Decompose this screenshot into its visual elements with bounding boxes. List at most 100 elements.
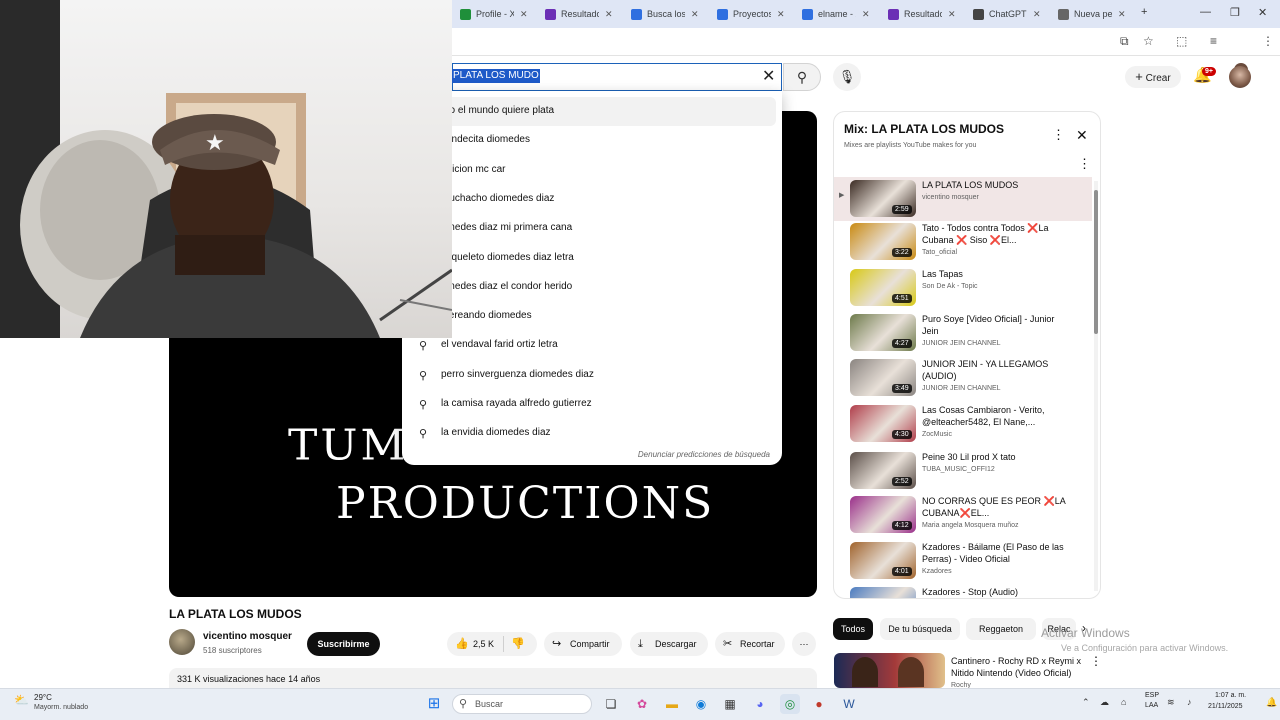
search-suggestion[interactable]: ⚲ la camisa rayada alfredo gutierrez xyxy=(402,390,776,419)
search-suggestion[interactable]: ⚲ndicion mc car xyxy=(402,156,776,185)
share-button[interactable]: ↪ Compartir xyxy=(544,632,622,656)
download-button[interactable]: ⤓ Descargar xyxy=(630,632,708,656)
thumbs-up-icon[interactable]: 👍 xyxy=(455,632,469,656)
search-suggestion[interactable]: ⚲ujereando diomedes xyxy=(402,302,776,331)
tab-close-icon[interactable]: ✕ xyxy=(1033,9,1041,20)
mix-playlist-item[interactable]: 4:27 Puro Soye [Video Oficial] - Junior J… xyxy=(834,311,1092,355)
mix-close-icon[interactable]: ✕ xyxy=(1076,127,1088,144)
mix-item-author: vicentino mosquer xyxy=(922,194,979,201)
chrome-browser-icon[interactable]: ◎ xyxy=(780,694,800,714)
channel-avatar[interactable] xyxy=(169,629,195,655)
minimize-button[interactable]: — xyxy=(1200,6,1211,18)
search-query-text[interactable]: PLATA LOS MUDO xyxy=(452,69,540,83)
task-view-icon[interactable]: ❏ xyxy=(601,694,621,714)
thumbs-down-icon[interactable]: 👎 xyxy=(511,632,525,656)
search-suggestion[interactable]: ⚲omedes diaz el condor herido xyxy=(402,273,776,302)
tab-close-icon[interactable]: ✕ xyxy=(691,9,699,20)
clock-date[interactable]: 21/11/2025 xyxy=(1208,703,1243,710)
browser-tab[interactable]: elname - 2 ✕ xyxy=(798,4,870,24)
weather-icon[interactable]: ⛅ xyxy=(14,693,29,707)
discord-icon[interactable]: ◕ xyxy=(750,694,770,714)
extensions-icon[interactable]: ⬚ xyxy=(1176,34,1187,48)
store-icon[interactable]: ▦ xyxy=(720,694,740,714)
related-video-thumbnail[interactable] xyxy=(834,653,945,688)
cast-icon[interactable]: ⧉ xyxy=(1120,34,1129,49)
create-button[interactable]: + Crear xyxy=(1125,66,1181,88)
maximize-button[interactable]: ❐ xyxy=(1230,6,1240,19)
browser-menu-icon[interactable]: ⋮ xyxy=(1262,34,1274,48)
related-more-icon[interactable]: ⋮ xyxy=(1090,654,1102,668)
tab-close-icon[interactable]: ✕ xyxy=(520,9,528,20)
clock-time[interactable]: 1:07 a. m. xyxy=(1215,692,1246,699)
mix-playlist-item[interactable]: 4:12 NO CORRAS QUE ES PEOR ❌LA CUBANA❌EL.… xyxy=(834,493,1092,537)
filter-chip[interactable]: Todos xyxy=(833,618,873,640)
more-actions-button[interactable]: ⋯ xyxy=(792,632,816,656)
mix-playlist-item[interactable]: Kzadores - Stop (Audio) xyxy=(834,584,1092,598)
keyboard-layout[interactable]: LAA xyxy=(1145,702,1158,709)
mix-playlist-item[interactable]: ▶ 2:59 LA PLATA LOS MUDOS vicentino mosquer xyxy=(834,177,1092,221)
taskbar-search-box[interactable]: ⚲ Buscar xyxy=(452,694,592,714)
report-predictions-link[interactable]: Denunciar predicciones de búsqueda xyxy=(638,450,770,459)
tray-app-icon[interactable]: ☁ xyxy=(1100,697,1109,708)
subscribe-button[interactable]: Suscribirme xyxy=(307,632,380,656)
file-explorer-icon[interactable]: ▬ xyxy=(662,694,682,714)
obs-recording-icon[interactable]: ● xyxy=(809,694,829,714)
mix-item-author: Maria angela Mosquera muñoz xyxy=(922,522,1019,529)
wifi-icon[interactable]: ≋ xyxy=(1167,697,1175,708)
clear-search-icon[interactable]: ✕ xyxy=(762,66,775,86)
filter-chip[interactable]: Reggaeton xyxy=(966,618,1036,640)
search-suggestion[interactable]: ⚲ la envidia diomedes diaz xyxy=(402,419,776,448)
bookmark-star-icon[interactable]: ☆ xyxy=(1143,34,1154,48)
related-video-title[interactable]: Cantinero - Rochy RD x Reymi x Nitido Ni… xyxy=(951,655,1086,679)
close-window-button[interactable]: ✕ xyxy=(1258,6,1267,19)
mix-playlist-item[interactable]: 4:30 Las Cosas Cambiaron - Verito, @eltea… xyxy=(834,402,1092,446)
mix-playlist-item[interactable]: 4:51 Las Tapas Son De Ak - Topic xyxy=(834,266,1092,310)
windows-start-icon[interactable]: ⊞ xyxy=(424,694,444,714)
search-suggestion[interactable]: ⚲esqueleto diomedes diaz letra xyxy=(402,244,776,273)
search-button[interactable]: ⚲ xyxy=(783,63,821,91)
tab-close-icon[interactable]: ✕ xyxy=(862,9,870,20)
mix-playlist-item[interactable]: 3:49 JUNIOR JEIN - YA LLEGAMOS (AUDIO) JUN… xyxy=(834,356,1092,400)
mix-playlist-item[interactable]: 2:52 Peine 30 Lil prod X tato TUBA_MUSIC_O… xyxy=(834,449,1092,493)
word-icon[interactable]: W xyxy=(839,694,859,714)
account-avatar[interactable] xyxy=(1229,66,1251,88)
browser-tab[interactable]: Resultados ✕ xyxy=(884,4,956,24)
network-icon[interactable]: ⌂ xyxy=(1121,697,1126,707)
channel-name[interactable]: vicentino mosquer xyxy=(203,631,292,642)
clip-button[interactable]: ✂ Recortar xyxy=(715,632,785,656)
browser-tab[interactable]: Busca los ✕ xyxy=(627,4,699,24)
notification-center-icon[interactable]: 🔔 xyxy=(1266,697,1277,708)
filter-chip[interactable]: De tu búsqueda xyxy=(880,618,960,640)
tray-overflow-icon[interactable]: ⌃ xyxy=(1082,697,1090,708)
browser-tab[interactable]: Profile - X ✕ xyxy=(456,4,528,24)
mix-playlist-item[interactable]: 4:01 Kzadores - Báilame (El Paso de las P… xyxy=(834,539,1092,583)
tab-close-icon[interactable]: ✕ xyxy=(605,9,613,20)
copilot-icon[interactable]: ✿ xyxy=(632,694,652,714)
like-count[interactable]: 2,5 K xyxy=(473,632,494,656)
browser-tab[interactable]: Proyectos ✕ xyxy=(713,4,785,24)
media-control-icon[interactable]: ≡ xyxy=(1210,34,1217,48)
mix-scrollbar-thumb[interactable] xyxy=(1094,190,1098,334)
tab-close-icon[interactable]: ✕ xyxy=(777,9,785,20)
search-suggestion[interactable]: ⚲muchacho diomedes diaz xyxy=(402,185,776,214)
tab-close-icon[interactable]: ✕ xyxy=(948,9,956,20)
search-suggestion[interactable]: ⚲omedes diaz mi primera cana xyxy=(402,214,776,243)
browser-tab[interactable]: Nueva pe ✕ xyxy=(1054,4,1126,24)
edge-browser-icon[interactable]: ◉ xyxy=(691,694,711,714)
browser-tab[interactable]: Resultados ✕ xyxy=(541,4,613,24)
browser-tab[interactable]: ChatGPT ✕ xyxy=(969,4,1041,24)
volume-icon[interactable]: ♪ xyxy=(1187,697,1192,707)
search-suggestion[interactable]: ⚲do el mundo quiere plata xyxy=(405,97,776,126)
webcam-feed-image: ★ xyxy=(0,0,452,338)
new-tab-button[interactable]: + xyxy=(1141,6,1147,18)
search-suggestion[interactable]: ⚲ el vendaval farid ortiz letra xyxy=(402,331,776,360)
mix-more-options-icon[interactable]: ⋮ xyxy=(1052,127,1065,143)
mix-menu-icon[interactable]: ⋮ xyxy=(1078,156,1091,172)
voice-search-button[interactable]: 🎙 xyxy=(833,63,861,91)
search-suggestion[interactable]: ⚲ perro sinverguenza diomedes diaz xyxy=(402,361,776,390)
mix-playlist-item[interactable]: 3:22 Tato - Todos contra Todos ❌La Cubana… xyxy=(834,220,1092,264)
search-suggestion[interactable]: ⚲tiendecita diomedes xyxy=(402,126,776,155)
tab-close-icon[interactable]: ✕ xyxy=(1118,9,1126,20)
keyboard-language[interactable]: ESP xyxy=(1145,692,1159,699)
mix-item-thumbnail[interactable] xyxy=(850,587,916,598)
